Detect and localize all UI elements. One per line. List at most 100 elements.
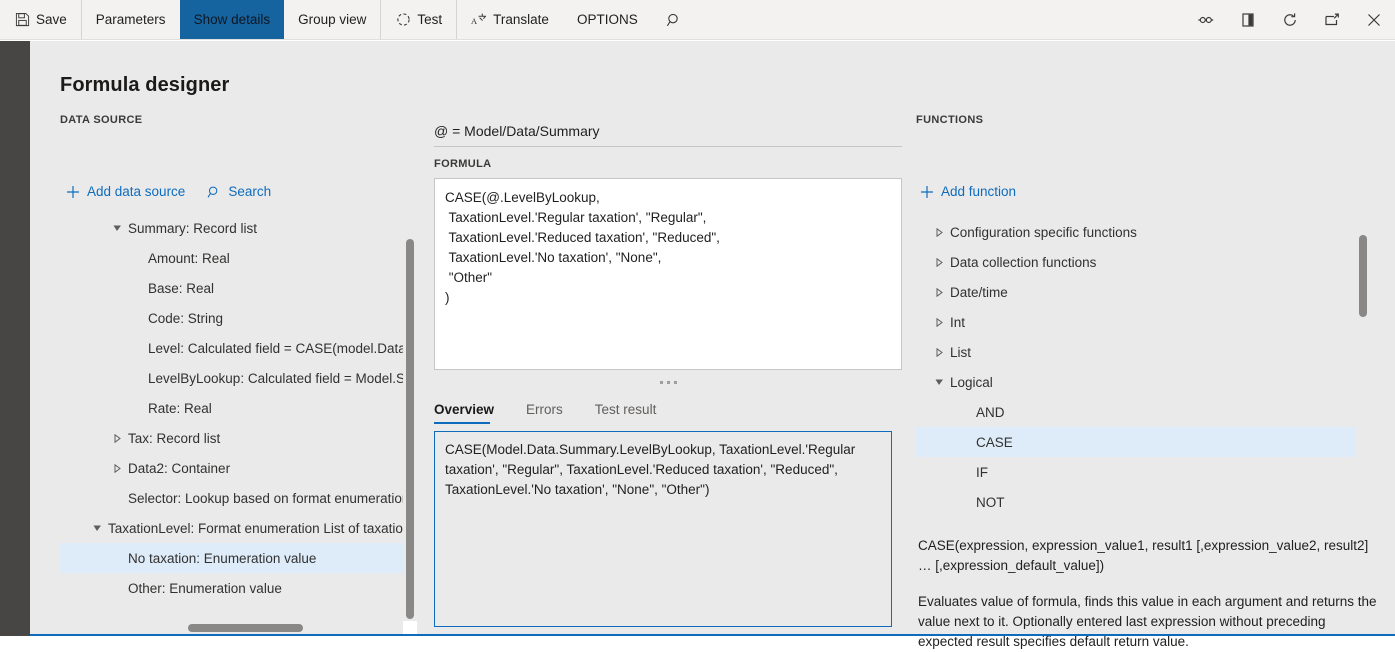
translate-icon: A (471, 12, 487, 28)
refresh-button[interactable] (1269, 0, 1311, 39)
search-data-source-button[interactable]: Search (207, 184, 271, 199)
data-source-node[interactable]: Amount: Real (60, 243, 410, 273)
translate-button[interactable]: A Translate (456, 0, 563, 39)
chevron-right-icon[interactable] (110, 453, 124, 483)
svg-text:A: A (471, 16, 478, 26)
chevron-down-icon[interactable] (90, 513, 104, 543)
close-button[interactable] (1353, 0, 1395, 39)
close-icon (1366, 12, 1382, 28)
data-source-node[interactable]: Code: String (60, 303, 410, 333)
data-source-horizontal-scrollbar[interactable] (60, 621, 405, 635)
search-icon (666, 12, 682, 28)
function-node-label: CASE (976, 435, 1013, 450)
data-source-node[interactable]: Reduced taxation: Enumeration value (60, 603, 410, 613)
function-node[interactable]: IF (916, 457, 1364, 487)
test-circle-icon (395, 12, 411, 28)
function-node-label: Logical (950, 375, 993, 390)
function-node[interactable]: Int (916, 307, 1364, 337)
formula-caption: FORMULA (434, 158, 491, 170)
save-button[interactable]: Save (0, 0, 81, 39)
tab-errors-label: Errors (526, 402, 563, 417)
command-bar: Save Parameters Show details Group view … (0, 0, 1395, 40)
group-view-button[interactable]: Group view (284, 0, 380, 39)
function-node[interactable]: NOT (916, 487, 1364, 517)
function-node[interactable]: List (916, 337, 1364, 367)
formula-editor[interactable]: CASE(@.LevelByLookup, TaxationLevel.'Reg… (434, 178, 902, 370)
data-source-node[interactable]: No taxation: Enumeration value (60, 543, 410, 573)
function-node[interactable]: Date/time (916, 277, 1364, 307)
data-source-node[interactable]: Selector: Lookup based on format enumera… (60, 483, 410, 513)
parameters-label: Parameters (96, 12, 166, 27)
chevron-down-icon[interactable] (932, 367, 946, 397)
data-source-node-label: Rate: Real (148, 401, 212, 416)
function-node[interactable]: Data collection functions (916, 247, 1364, 277)
add-function-label: Add function (941, 184, 1016, 199)
chevron-right-icon[interactable] (932, 217, 946, 247)
data-source-node[interactable]: Rate: Real (60, 393, 410, 423)
save-label: Save (36, 12, 67, 27)
scrollbar-thumb[interactable] (188, 624, 303, 632)
formula-designer-page: Formula designer DATA SOURCE Add data so… (30, 41, 1395, 636)
popout-icon (1324, 12, 1340, 28)
tab-errors[interactable]: Errors (526, 402, 577, 424)
data-source-vertical-scrollbar[interactable] (403, 213, 417, 635)
chevron-down-icon[interactable] (110, 213, 124, 243)
data-source-node[interactable]: Tax: Record list (60, 423, 410, 453)
function-signature: CASE(expression, expression_value1, resu… (918, 536, 1378, 576)
function-node[interactable]: Configuration specific functions (916, 217, 1364, 247)
test-button[interactable]: Test (380, 0, 456, 39)
data-source-node[interactable]: Data2: Container (60, 453, 410, 483)
tab-test-result-label: Test result (595, 402, 657, 417)
scrollbar-thumb[interactable] (1359, 235, 1367, 317)
data-source-node-label: Data2: Container (128, 461, 230, 476)
functions-vertical-scrollbar[interactable] (1356, 213, 1370, 513)
chevron-right-icon[interactable] (932, 337, 946, 367)
functions-tree[interactable]: Configuration specific functions Data col… (916, 217, 1364, 529)
popout-button[interactable] (1311, 0, 1353, 39)
data-source-node-label: Summary: Record list (128, 221, 257, 236)
function-node-label: Configuration specific functions (950, 225, 1137, 240)
data-source-node-label: Amount: Real (148, 251, 230, 266)
data-source-node[interactable]: Other: Enumeration value (60, 573, 410, 603)
scrollbar-thumb[interactable] (406, 239, 414, 619)
panel-toggle-button[interactable] (1227, 0, 1269, 39)
chevron-right-icon[interactable] (932, 307, 946, 337)
options-button[interactable]: OPTIONS (563, 0, 652, 39)
data-source-node[interactable]: LevelByLookup: Calculated field = Model.… (60, 363, 410, 393)
data-source-node[interactable]: Summary: Record list (60, 213, 410, 243)
tab-overview[interactable]: Overview (434, 402, 508, 424)
function-node[interactable]: CASE (916, 427, 1364, 457)
data-source-node-label: Selector: Lookup based on format enumera… (128, 491, 409, 506)
data-source-node-label: Tax: Record list (128, 431, 220, 446)
search-button[interactable] (652, 0, 696, 39)
data-source-node-label: Other: Enumeration value (128, 581, 282, 596)
parameters-button[interactable]: Parameters (81, 0, 180, 39)
data-source-node[interactable]: Base: Real (60, 273, 410, 303)
chevron-right-icon[interactable] (110, 423, 124, 453)
function-node[interactable]: AND (916, 397, 1364, 427)
search-label: Search (228, 184, 271, 199)
settings-gear-icon (1198, 12, 1214, 28)
data-source-node-label: Level: Calculated field = CASE(model.Dat… (148, 341, 410, 356)
data-source-caption: DATA SOURCE (60, 114, 142, 126)
grip-dot (660, 381, 663, 384)
refresh-icon (1282, 12, 1298, 28)
function-node[interactable]: Logical (916, 367, 1364, 397)
data-source-node[interactable]: TaxationLevel: Format enumeration List o… (60, 513, 410, 543)
show-details-button[interactable]: Show details (180, 0, 285, 39)
settings-button[interactable] (1185, 0, 1227, 39)
scrollbar-corner (403, 621, 417, 635)
add-function-button[interactable]: Add function (920, 184, 1016, 199)
group-view-label: Group view (298, 12, 366, 27)
add-data-source-button[interactable]: Add data source (66, 184, 185, 199)
splitter-grip[interactable] (434, 374, 902, 390)
chevron-right-icon[interactable] (932, 247, 946, 277)
function-node-label: NOT (976, 495, 1005, 510)
overview-textarea[interactable]: CASE(Model.Data.Summary.LevelByLookup, T… (434, 431, 892, 627)
data-source-node-label: LevelByLookup: Calculated field = Model.… (148, 371, 410, 386)
function-node-label: IF (976, 465, 988, 480)
chevron-right-icon[interactable] (932, 277, 946, 307)
data-source-node[interactable]: Level: Calculated field = CASE(model.Dat… (60, 333, 410, 363)
tab-test-result[interactable]: Test result (595, 402, 671, 424)
data-source-tree[interactable]: Summary: Record list Amount: Real Base: Re… (60, 213, 410, 613)
